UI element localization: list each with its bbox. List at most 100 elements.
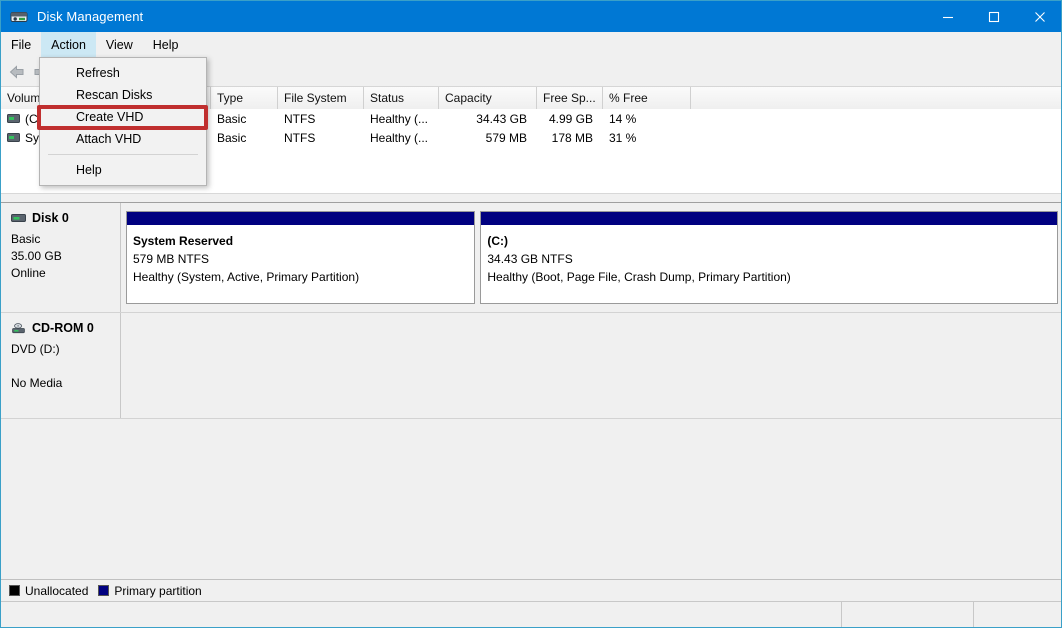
cdrom-icon (12, 322, 25, 333)
cell-status: Healthy (... (370, 130, 429, 145)
disk-info-cdrom-0: CD-ROM 0 DVD (D:) No Media (1, 313, 121, 418)
disk-title-disk-0: Disk 0 (11, 211, 120, 225)
disk-meta-cdrom-0: DVD (D:) No Media (11, 341, 120, 392)
menu-help[interactable]: Help (143, 32, 189, 57)
menu-file[interactable]: File (1, 32, 41, 57)
menu-item-help[interactable]: Help (40, 159, 206, 181)
volume-icon (7, 114, 20, 123)
column-header-percent-free[interactable]: % Free (603, 87, 691, 109)
menu-action[interactable]: Action (41, 32, 96, 57)
menu-file-label: File (11, 37, 32, 52)
disk-name-cdrom-0: CD-ROM 0 (32, 321, 94, 335)
disk-info-disk-0: Disk 0 Basic 35.00 GB Online (1, 203, 121, 312)
disk-size-disk-0: 35.00 GB (11, 249, 62, 263)
cell-free-space: 178 MB (551, 130, 593, 145)
menu-help-label: Help (152, 37, 179, 52)
minimize-icon (943, 16, 953, 18)
column-header-type[interactable]: Type (211, 87, 278, 109)
menu-item-attach-vhd-label: Attach VHD (76, 132, 142, 146)
status-segment-3 (974, 602, 1061, 627)
disk-icon (11, 213, 26, 222)
window-controls (925, 1, 1061, 32)
cell-percent-free: 14 % (609, 111, 637, 126)
cell-capacity: 579 MB (485, 130, 527, 145)
back-button[interactable] (5, 60, 29, 84)
menu-item-help-label: Help (76, 163, 102, 177)
partition-c-drive[interactable]: (C:) 34.43 GB NTFS Healthy (Boot, Page F… (480, 211, 1058, 304)
status-segment-1 (1, 602, 842, 627)
close-button[interactable] (1017, 1, 1061, 32)
volume-icon (7, 133, 20, 142)
menu-item-create-vhd[interactable]: Create VHD (40, 106, 206, 128)
menu-item-rescan-disks-label: Rescan Disks (76, 88, 153, 102)
legend-bar: Unallocated Primary partition (1, 579, 1061, 601)
partition-details: System Reserved 579 MB NTFS Healthy (Sys… (127, 226, 475, 303)
disk-meta-blank-line (11, 358, 120, 375)
cell-percent-free: 31 % (609, 130, 637, 145)
legend-swatch-unallocated (9, 585, 20, 596)
disk-status-cdrom-0: No Media (11, 376, 63, 390)
status-segment-2 (842, 602, 974, 627)
arrow-left-icon (9, 64, 24, 79)
partition-system-reserved[interactable]: System Reserved 579 MB NTFS Healthy (Sys… (126, 211, 476, 304)
graphical-disk-pane: Disk 0 Basic 35.00 GB Online System Rese… (1, 203, 1061, 579)
partition-size-fs: 579 MB NTFS (133, 252, 210, 266)
menu-item-rescan-disks[interactable]: Rescan Disks (40, 84, 206, 106)
window-title: Disk Management (37, 9, 144, 24)
cell-type: Basic (217, 111, 247, 126)
column-header-type-label: Type (217, 91, 244, 105)
close-icon (1035, 11, 1045, 22)
partition-status: Healthy (Boot, Page File, Crash Dump, Pr… (487, 270, 791, 284)
menu-bar: File Action View Help (1, 32, 1061, 58)
maximize-icon (988, 11, 1000, 22)
column-header-free-space[interactable]: Free Sp... (537, 87, 603, 109)
legend-item-primary-partition: Primary partition (98, 583, 202, 598)
legend-label-primary-partition: Primary partition (114, 583, 202, 598)
disk-type-cdrom-0: DVD (D:) (11, 342, 60, 356)
title-bar: Disk Management (1, 1, 1061, 32)
partition-color-bar (127, 212, 475, 226)
disk-name-disk-0: Disk 0 (32, 211, 69, 225)
disk-management-icon (10, 11, 28, 22)
column-header-status[interactable]: Status (364, 87, 439, 109)
menu-item-refresh[interactable]: Refresh (40, 62, 206, 84)
maximize-button[interactable] (971, 1, 1017, 32)
column-header-percent-free-label: % Free (609, 91, 648, 105)
cdrom-empty-area (121, 313, 1061, 418)
status-bar (1, 601, 1061, 627)
menu-separator (48, 154, 198, 155)
partition-name: System Reserved (133, 234, 234, 248)
menu-item-attach-vhd[interactable]: Attach VHD (40, 128, 206, 150)
column-header-free-space-label: Free Sp... (543, 91, 596, 105)
partition-color-bar (481, 212, 1057, 226)
column-header-capacity[interactable]: Capacity (439, 87, 537, 109)
pane-splitter[interactable] (1, 193, 1061, 203)
legend-label-unallocated: Unallocated (25, 583, 89, 598)
cell-status: Healthy (... (370, 111, 429, 126)
disk-pane-filler (1, 419, 1061, 579)
menu-view[interactable]: View (96, 32, 143, 57)
column-header-capacity-label: Capacity (445, 91, 492, 105)
cell-type: Basic (217, 130, 247, 145)
legend-swatch-primary-partition (98, 585, 110, 596)
menu-action-label: Action (51, 37, 86, 52)
disk-row-disk-0[interactable]: Disk 0 Basic 35.00 GB Online System Rese… (1, 203, 1061, 313)
partition-details: (C:) 34.43 GB NTFS Healthy (Boot, Page F… (481, 226, 1057, 303)
column-header-filler (691, 87, 1061, 109)
column-header-file-system[interactable]: File System (278, 87, 364, 109)
disk-row-cdrom-0[interactable]: CD-ROM 0 DVD (D:) No Media (1, 313, 1061, 419)
disk-title-cdrom-0: CD-ROM 0 (11, 321, 120, 335)
action-dropdown-menu: Refresh Rescan Disks Create VHD Attach V… (39, 57, 207, 186)
disk-type-disk-0: Basic (11, 232, 41, 246)
partition-status: Healthy (System, Active, Primary Partiti… (133, 270, 360, 284)
disk-partitions-disk-0: System Reserved 579 MB NTFS Healthy (Sys… (121, 203, 1061, 312)
partition-name: (C:) (487, 234, 509, 248)
minimize-button[interactable] (925, 1, 971, 32)
disk-management-window: Disk Management File Action View Help Vo… (0, 0, 1062, 628)
menu-item-create-vhd-label: Create VHD (76, 110, 144, 124)
column-header-file-system-label: File System (284, 91, 347, 105)
legend-item-unallocated: Unallocated (9, 584, 88, 598)
disk-meta-disk-0: Basic 35.00 GB Online (11, 231, 120, 282)
cell-file-system: NTFS (284, 130, 316, 145)
menu-view-label: View (105, 37, 133, 52)
